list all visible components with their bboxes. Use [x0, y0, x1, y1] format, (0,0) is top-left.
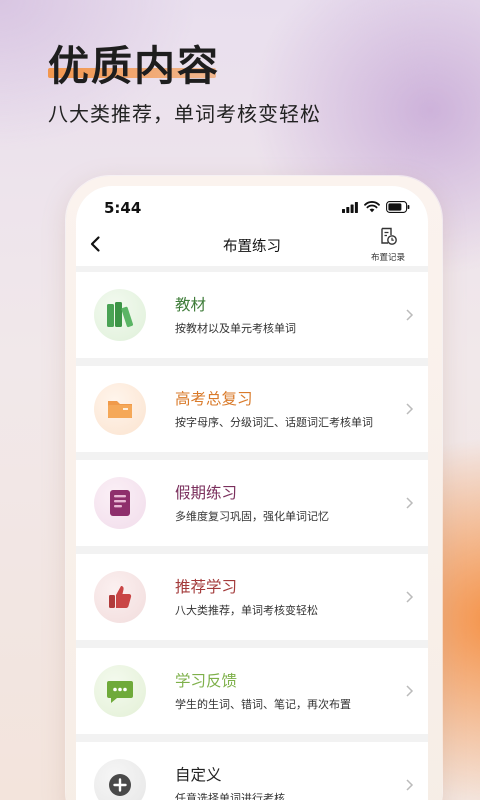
- card-title: 高考总复习: [175, 390, 253, 408]
- list-card-icon: [94, 477, 146, 529]
- hero-subtitle: 八大类推荐，单词考核变轻松: [48, 102, 321, 126]
- chevron-right-icon: [406, 309, 414, 321]
- card-recommended-study[interactable]: 推荐学习 八大类推荐，单词考核变轻松: [76, 554, 428, 640]
- phone-screen: 5:44 布置练习 布置记录 教材 按教材以及单元考核单词 高考总复习 按字母序…: [76, 186, 428, 800]
- card-title: 教材: [175, 296, 207, 314]
- chat-bubble-icon: [94, 665, 146, 717]
- card-title: 学习反馈: [175, 672, 238, 690]
- card-desc: 学生的生词、错词、笔记，再次布置: [175, 698, 351, 711]
- chevron-right-icon: [406, 403, 414, 415]
- books-icon: [94, 289, 146, 341]
- thumbs-up-icon: [94, 571, 146, 623]
- card-title: 假期练习: [175, 484, 238, 502]
- card-title: 推荐学习: [175, 578, 238, 596]
- chevron-right-icon: [406, 591, 414, 603]
- status-time: 5:44: [104, 199, 142, 217]
- record-icon: [381, 227, 397, 245]
- plus-circle-icon: [94, 759, 146, 800]
- folder-icon: [94, 383, 146, 435]
- wifi-icon: [364, 201, 380, 213]
- card-textbook[interactable]: 教材 按教材以及单元考核单词: [76, 272, 428, 358]
- card-desc: 多维度复习巩固，强化单词记忆: [175, 510, 329, 523]
- card-gaokao-review[interactable]: 高考总复习 按字母序、分级词汇、话题词汇考核单词: [76, 366, 428, 452]
- battery-icon: [386, 201, 410, 213]
- card-holiday-practice[interactable]: 假期练习 多维度复习巩固，强化单词记忆: [76, 460, 428, 546]
- card-desc: 按教材以及单元考核单词: [175, 322, 296, 335]
- hero-title: 优质内容: [48, 42, 220, 90]
- record-button[interactable]: 布置记录: [368, 226, 408, 264]
- hero-title-block: 优质内容: [48, 32, 220, 92]
- status-icons: [342, 201, 410, 213]
- chevron-right-icon: [406, 497, 414, 509]
- nav-bar: 布置练习 布置记录: [76, 222, 428, 266]
- card-title: 自定义: [175, 766, 222, 784]
- signal-icon: [342, 201, 358, 213]
- chevron-right-icon: [406, 685, 414, 697]
- card-custom[interactable]: 自定义 任意选择单词进行考核: [76, 742, 428, 800]
- card-study-feedback[interactable]: 学习反馈 学生的生词、错词、笔记，再次布置: [76, 648, 428, 734]
- card-desc: 按字母序、分级词汇、话题词汇考核单词: [175, 416, 373, 429]
- card-desc: 任意选择单词进行考核: [175, 792, 285, 800]
- record-label: 布置记录: [370, 253, 405, 263]
- chevron-right-icon: [406, 779, 414, 791]
- card-desc: 八大类推荐，单词考核变轻松: [175, 604, 318, 617]
